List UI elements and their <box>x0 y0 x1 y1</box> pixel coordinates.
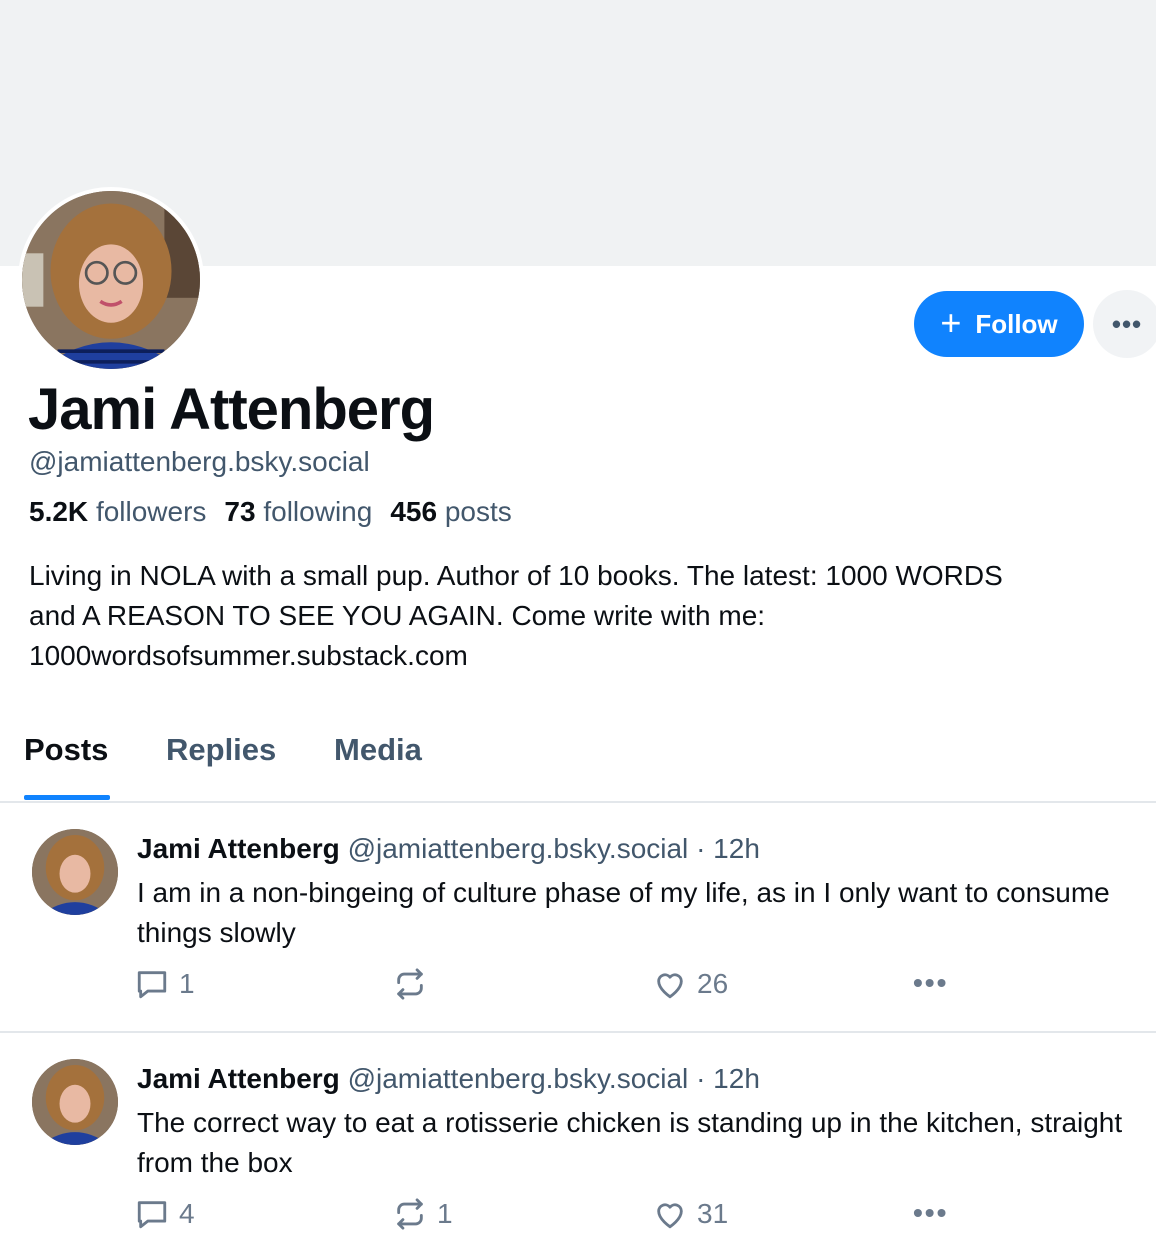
repost-button[interactable] <box>393 967 437 1001</box>
following-label: following <box>263 496 373 527</box>
followers-stat[interactable]: 5.2K followers <box>29 496 206 528</box>
active-tab-indicator <box>24 795 110 800</box>
post-text: The correct way to eat a rotisserie chic… <box>137 1107 1123 1178</box>
profile-handle: @jamiattenberg.bsky.social <box>29 446 370 477</box>
following-stat[interactable]: 73 following <box>224 496 372 528</box>
repost-button[interactable]: 1 <box>393 1197 453 1231</box>
repost-icon <box>397 1198 423 1230</box>
followers-label: followers <box>95 496 207 527</box>
bio-line: and A REASON TO SEE YOU AGAIN. Come writ… <box>29 600 766 631</box>
post-menu-icon: ••• <box>913 1197 949 1228</box>
post-menu-icon: ••• <box>913 967 949 998</box>
feed-post[interactable]: Jami Attenberg @jamiattenberg.bsky.socia… <box>0 805 1156 1033</box>
like-icon <box>657 1203 683 1229</box>
posts-stat: 456 posts <box>390 496 511 528</box>
post-avatar[interactable] <box>32 829 118 915</box>
post-handle[interactable]: @jamiattenberg.bsky.social <box>348 1063 689 1094</box>
post-actions: 1 26 ••• <box>135 967 965 1007</box>
profile-more-button[interactable]: ••• <box>1093 290 1156 358</box>
reply-count: 1 <box>179 968 195 999</box>
post-avatar[interactable] <box>32 1059 118 1145</box>
post-handle[interactable]: @jamiattenberg.bsky.social <box>348 833 689 864</box>
bio-line: Living in NOLA with a small pup. Author … <box>29 560 1003 591</box>
profile-avatar[interactable] <box>18 187 204 373</box>
follow-button[interactable]: + Follow <box>914 291 1084 357</box>
reply-button[interactable]: 1 <box>135 967 195 1001</box>
follow-label: Follow <box>975 308 1058 339</box>
like-icon <box>657 973 683 999</box>
followers-count: 5.2K <box>29 496 89 527</box>
post-text: I am in a non-bingeing of culture phase … <box>137 877 1110 948</box>
more-dots-icon: ••• <box>1111 308 1143 339</box>
feed-post[interactable]: Jami Attenberg @jamiattenberg.bsky.socia… <box>0 1035 1156 1258</box>
post-author[interactable]: Jami Attenberg <box>137 833 340 864</box>
tab-replies[interactable]: Replies <box>166 732 276 768</box>
post-time[interactable]: 12h <box>713 1063 760 1094</box>
like-button[interactable]: 26 <box>653 967 728 1001</box>
tab-media[interactable]: Media <box>334 732 422 768</box>
like-button[interactable]: 31 <box>653 1197 728 1231</box>
plus-icon: + <box>940 301 962 343</box>
bio-link[interactable]: 1000wordsofsummer.substack.com <box>29 636 1139 676</box>
post-menu-button[interactable]: ••• <box>913 1197 948 1229</box>
repost-count: 1 <box>437 1198 453 1229</box>
repost-icon <box>397 968 423 1000</box>
display-name: Jami Attenberg <box>28 377 435 442</box>
post-actions: 4 1 31 ••• <box>135 1197 965 1237</box>
post-separator: · <box>696 1063 706 1094</box>
reply-icon <box>137 1201 167 1229</box>
post-separator: · <box>696 833 706 864</box>
post-time[interactable]: 12h <box>713 833 760 864</box>
profile-stats: 5.2K followers 73 following 456 posts <box>29 496 512 528</box>
tab-posts[interactable]: Posts <box>24 732 108 768</box>
posts-label: posts <box>444 496 512 527</box>
like-count: 31 <box>697 1198 729 1229</box>
profile-bio: Living in NOLA with a small pup. Author … <box>29 556 1139 676</box>
reply-icon <box>137 971 167 999</box>
post-author[interactable]: Jami Attenberg <box>137 1063 340 1094</box>
posts-count: 456 <box>390 496 438 527</box>
like-count: 26 <box>697 968 729 999</box>
profile-tabs: Posts Replies Media <box>0 720 1156 803</box>
reply-button[interactable]: 4 <box>135 1197 195 1231</box>
post-header: Jami Attenberg @jamiattenberg.bsky.socia… <box>137 1063 760 1095</box>
post-menu-button[interactable]: ••• <box>913 967 948 999</box>
post-header: Jami Attenberg @jamiattenberg.bsky.socia… <box>137 833 760 865</box>
reply-count: 4 <box>179 1198 195 1229</box>
following-count: 73 <box>224 496 256 527</box>
